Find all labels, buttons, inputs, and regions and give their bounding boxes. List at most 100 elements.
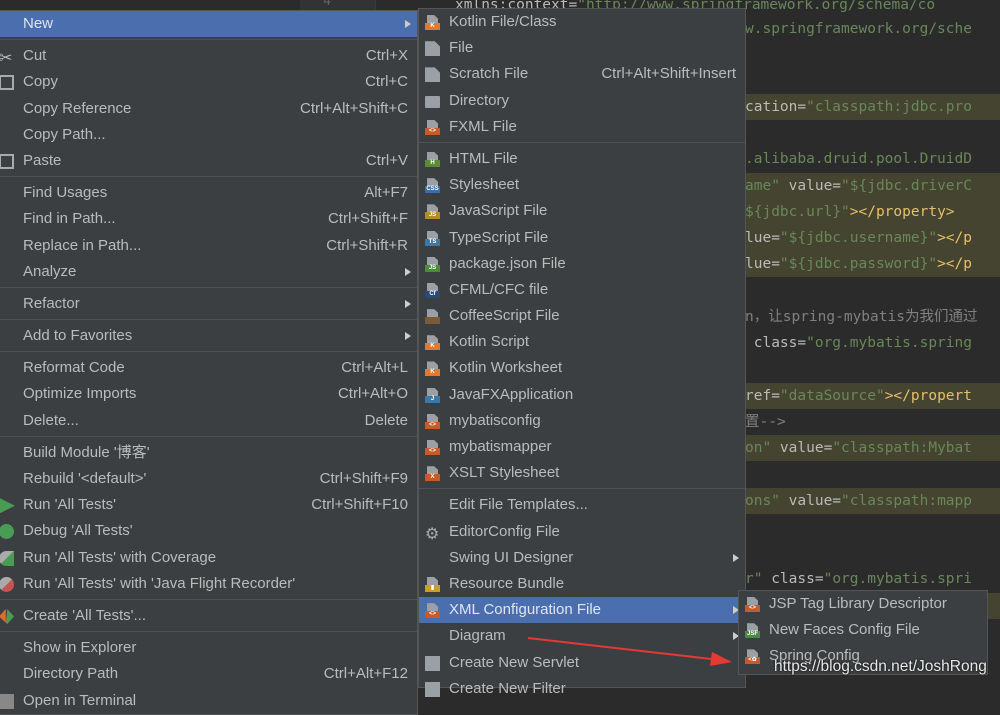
menu-item-debug-all-tests[interactable]: Debug 'All Tests' (0, 518, 417, 544)
menu-item-html-file[interactable]: H HTML File (419, 146, 745, 172)
menu-item-new[interactable]: New (0, 11, 417, 38)
menu-item-label: Create 'All Tests'... (23, 606, 146, 624)
menu-item-label: Paste (23, 151, 62, 169)
menu-item-label: mybatismapper (449, 438, 552, 455)
shortcut-label: Ctrl+C (365, 73, 408, 91)
menu-item-mybatismapper[interactable]: <> mybatismapper (419, 434, 745, 460)
code-token: .alibaba.druid.pool.DruidD (745, 151, 972, 167)
menu-item-label: Stylesheet (449, 176, 520, 194)
menu-item-copy[interactable]: Copy Ctrl+C (0, 69, 417, 95)
menu-item-paste[interactable]: Paste Ctrl+V (0, 148, 417, 174)
menu-item-directory-path[interactable]: Directory Path Ctrl+Alt+F12 (0, 661, 417, 687)
menu-item-cut[interactable]: ✂ Cut Ctrl+X (0, 43, 417, 69)
menu-item-mybatisconfig[interactable]: <> mybatisconfig (419, 408, 745, 434)
menu-item-create-all-tests[interactable]: Create 'All Tests'... (0, 603, 417, 629)
submenu-arrow-icon (405, 267, 411, 276)
menu-item-run-all-tests-with-coverage[interactable]: Run 'All Tests' with Coverage (0, 545, 417, 571)
menu-item-editorconfig-file[interactable]: ⚙ EditorConfig File (419, 519, 745, 545)
filter-icon (425, 681, 440, 697)
menu-item-label: JavaFXApplication (449, 385, 574, 403)
menu-item-optimize-imports[interactable]: Optimize Imports Ctrl+Alt+O (0, 381, 417, 407)
menu-item-label: JavaScript File (449, 202, 548, 220)
code-token: class= (771, 571, 824, 587)
code-token: 置--> (745, 414, 786, 430)
menu-item-jsp-tag-library-descriptor[interactable]: <> JSP Tag Library Descriptor (739, 591, 987, 617)
menu-item-label: TypeScript File (449, 228, 549, 246)
menu-item-label: Find in Path... (23, 210, 116, 228)
menu-item-label: Analyze (23, 262, 77, 280)
menu-item-kotlin-file-class[interactable]: K Kotlin File/Class (419, 9, 745, 35)
jsp-tld-icon: <> (745, 597, 760, 612)
menu-item-new-faces-config-file[interactable]: JSF New Faces Config File (739, 617, 987, 643)
menu-item-label: Rebuild '<default>' (23, 470, 147, 487)
code-token: lue= (745, 230, 780, 246)
menu-item-label: Swing UI Designer (449, 548, 574, 566)
menu-item-create-new-filter[interactable]: Create New Filter (419, 676, 745, 702)
submenu-arrow-icon (733, 553, 739, 562)
menu-item-label: FXML File (449, 117, 517, 135)
menu-item-label: Run 'All Tests' with Coverage (23, 548, 217, 566)
menu-item-replace-in-path[interactable]: Replace in Path... Ctrl+Shift+R (0, 233, 417, 259)
menu-item-copy-path[interactable]: Copy Path... (0, 122, 417, 148)
menu-item-javascript-file[interactable]: JS JavaScript File (419, 198, 745, 224)
menu-item-copy-reference[interactable]: Copy Reference Ctrl+Alt+Shift+C (0, 96, 417, 122)
code-token: "${jdbc.password}" (779, 256, 938, 272)
scratch-file-icon (425, 67, 440, 83)
menu-item-directory[interactable]: Directory (419, 88, 745, 114)
shortcut-label: Ctrl+Shift+F (327, 210, 408, 228)
menu-item-run-all-tests-with-java-flight-recorder[interactable]: Run 'All Tests' with 'Java Flight Record… (0, 571, 417, 597)
code-token: ></property> (849, 204, 955, 220)
menu-item-swing-ui-designer[interactable]: Swing UI Designer (419, 545, 745, 571)
code-token: ></p (937, 230, 972, 246)
menu-item-xslt-stylesheet[interactable]: X XSLT Stylesheet (419, 460, 745, 486)
menu-item-reformat-code[interactable]: Reformat Code Ctrl+Alt+L (0, 355, 417, 381)
menu-item-rebuild-default[interactable]: Rebuild '<default>' Ctrl+Shift+F9 (0, 466, 417, 492)
menu-item-package-json-file[interactable]: JS package.json File (419, 251, 745, 277)
menu-item-open-in-terminal[interactable]: Open in Terminal (0, 688, 417, 714)
menu-item-refactor[interactable]: Refactor (0, 291, 417, 317)
kotlin-script-icon: K (425, 335, 440, 351)
menu-item-file[interactable]: File (419, 35, 745, 61)
menu-item-find-in-path[interactable]: Find in Path... Ctrl+Shift+F (0, 206, 417, 232)
spring-config-icon: <✿ (745, 649, 760, 665)
menu-item-scratch-file[interactable]: Scratch File Ctrl+Alt+Shift+Insert (419, 61, 745, 87)
menu-item-javafxapplication[interactable]: J JavaFXApplication (419, 382, 745, 408)
menu-item-label: Reformat Code (23, 359, 125, 377)
menu-item-label: package.json File (449, 254, 566, 272)
code-token: ${jdbc.url}" (745, 204, 850, 220)
menu-item-label: Directory (449, 91, 510, 109)
menu-item-label: New Faces Config File (769, 621, 920, 639)
menu-item-edit-file-templates[interactable]: Edit File Templates... (419, 492, 745, 518)
menu-item-stylesheet[interactable]: CSS Stylesheet (419, 172, 745, 198)
menu-item-run-all-tests[interactable]: Run 'All Tests' Ctrl+Shift+F10 (0, 492, 417, 518)
menu-item-analyze[interactable]: Analyze (0, 259, 417, 285)
file-icon (425, 41, 440, 57)
menu-item-xml-configuration-file[interactable]: <> XML Configuration File (419, 597, 745, 624)
menu-item-typescript-file[interactable]: TS TypeScript File (419, 225, 745, 251)
kotlin-file-icon: K (425, 15, 440, 30)
coffeescript-file-icon (425, 309, 440, 325)
menu-item-cfml-cfc-file[interactable]: Cf CFML/CFC file (419, 277, 745, 303)
menu-item-delete[interactable]: Delete... Delete (0, 408, 417, 434)
menu-item-label: Kotlin Worksheet (449, 359, 563, 377)
menu-item-find-usages[interactable]: Find Usages Alt+F7 (0, 180, 417, 206)
menu-item-add-to-favorites[interactable]: Add to Favorites (0, 323, 417, 349)
fxml-file-icon: <> (425, 119, 440, 135)
menu-item-kotlin-worksheet[interactable]: K Kotlin Worksheet (419, 355, 745, 381)
menu-item-fxml-file[interactable]: <> FXML File (419, 114, 745, 140)
menu-item-coffeescript-file[interactable]: CoffeeScript File (419, 303, 745, 329)
code-token: n，让spring-mybatis为我们通过 (745, 309, 978, 325)
menu-item-label: CoffeeScript File (449, 307, 560, 325)
menu-item-show-in-explorer[interactable]: Show in Explorer (0, 635, 417, 661)
code-token: "classpath:Mybat (832, 440, 972, 456)
menu-item-kotlin-script[interactable]: K Kotlin Script (419, 329, 745, 355)
menu-item-resource-bundle[interactable]: ▮ Resource Bundle (419, 571, 745, 597)
menu-item-label: Optimize Imports (23, 385, 137, 403)
menu-item-label: Build Module '博客' (23, 443, 150, 461)
html-file-icon: H (425, 151, 440, 167)
menu-item-label: XSLT Stylesheet (449, 464, 560, 482)
shortcut-label: Ctrl+Alt+F12 (323, 665, 408, 683)
menu-item-build-module[interactable]: Build Module '博客' (0, 440, 417, 466)
code-token: ></propert (884, 388, 972, 404)
menu-item-label: Cut (23, 47, 47, 65)
